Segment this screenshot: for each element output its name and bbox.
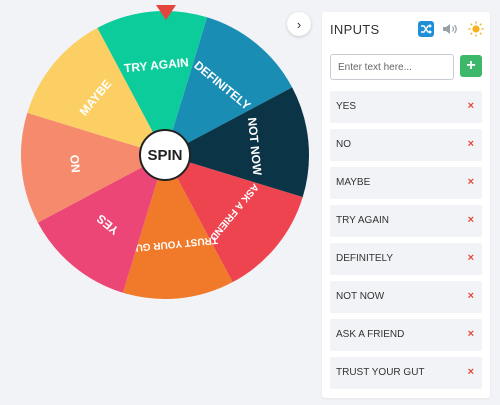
wheel-area: DEFINITELY NOT NOW ASK A FRIEND TRUST YOUR … (0, 0, 318, 405)
add-entry-button[interactable]: + (460, 55, 482, 77)
wheel-slice-label: NO (67, 154, 83, 173)
shuffle-icon[interactable] (418, 21, 434, 37)
collapse-panel-button[interactable]: › (287, 12, 311, 36)
remove-item-button[interactable]: × (468, 328, 474, 340)
remove-item-button[interactable]: × (468, 138, 474, 150)
list-item-label: ASK A FRIEND (336, 329, 405, 340)
remove-item-button[interactable]: × (468, 214, 474, 226)
list-item: NO × (330, 129, 482, 161)
list-item: TRUST YOUR GUT × (330, 357, 482, 389)
spin-button[interactable]: SPIN (139, 129, 191, 181)
remove-item-button[interactable]: × (468, 366, 474, 378)
add-entry-row: + (330, 54, 482, 80)
remove-item-button[interactable]: × (468, 100, 474, 112)
list-item: NOT NOW × (330, 281, 482, 313)
panel-header: INPUTS (330, 21, 484, 41)
chevron-right-icon: › (296, 16, 302, 32)
list-item: TRY AGAIN × (330, 205, 482, 237)
speaker-icon[interactable] (442, 21, 458, 37)
entry-text-input[interactable] (330, 54, 454, 80)
list-item: ASK A FRIEND × (330, 319, 482, 351)
wheel-pointer (156, 5, 176, 20)
list-item-label: DEFINITELY (336, 253, 394, 264)
remove-item-button[interactable]: × (468, 290, 474, 302)
list-item-label: NOT NOW (336, 291, 385, 302)
list-item-label: TRY AGAIN (336, 215, 389, 226)
list-item: DEFINITELY × (330, 243, 482, 275)
list-item: MAYBE × (330, 167, 482, 199)
list-item-label: TRUST YOUR GUT (336, 367, 425, 378)
remove-item-button[interactable]: × (468, 252, 474, 264)
remove-item-button[interactable]: × (468, 176, 474, 188)
list-item-label: YES (336, 101, 357, 112)
sun-icon[interactable] (468, 21, 484, 37)
list-item-label: MAYBE (336, 177, 371, 188)
list-item-label: NO (336, 139, 351, 150)
inputs-panel: INPUTS + YES × NO × MAYBE × TRY AGAIN × (322, 12, 490, 398)
list-item: YES × (330, 91, 482, 123)
panel-title: INPUTS (330, 22, 380, 37)
